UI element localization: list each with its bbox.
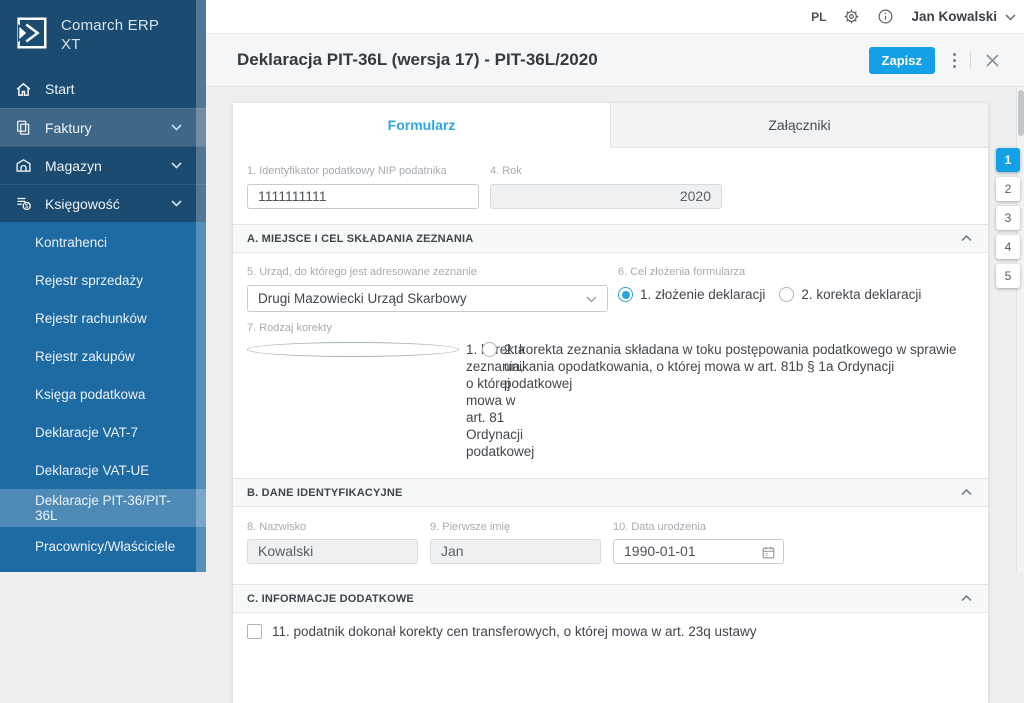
section-c-header[interactable]: C. INFORMACJE DODATKOWE [233, 584, 988, 613]
form-card: Formularz Załączniki 1. Identyfikator po… [233, 103, 988, 703]
topbar: PL Jan Kowalski [206, 0, 1024, 34]
warehouse-icon [14, 157, 32, 174]
invoices-icon [14, 119, 32, 136]
rodzaj-korekty-label: 7. Rodzaj korekty [247, 322, 974, 334]
section-c-title: C. INFORMACJE DODATKOWE [247, 593, 414, 605]
scrollbar-thumb[interactable] [1018, 90, 1024, 136]
checkbox-korekta-cen[interactable]: 11. podatnik dokonał korekty cen transfe… [247, 624, 974, 639]
sidebar-item-ksiega-podatkowa[interactable]: Księga podatkowa [0, 375, 206, 413]
tab-formularz[interactable]: Formularz [233, 103, 610, 148]
rok-label: 4. Rok [490, 165, 722, 177]
radio-korekta-deklaracji[interactable]: 2. korekta deklaracji [779, 287, 921, 302]
tab-zalaczniki[interactable]: Załączniki [610, 103, 988, 148]
content-area: Formularz Załączniki 1. Identyfikator po… [206, 87, 1024, 572]
sidebar: Comarch ERP XT Start Faktury Ma [0, 0, 206, 572]
tab-bar: Formularz Załączniki [233, 103, 988, 148]
sidebar-item-rejestr-zakupow[interactable]: Rejestr zakupów [0, 337, 206, 375]
app-logo-text: Comarch ERP XT [61, 16, 159, 54]
page-button-5[interactable]: 5 [996, 264, 1020, 288]
page-button-3[interactable]: 3 [996, 206, 1020, 230]
sidebar-scrollbar[interactable] [196, 0, 206, 572]
comarch-logo-icon [12, 14, 50, 57]
imie-label: 9. Pierwsze imię [430, 521, 601, 533]
urzad-select[interactable]: Drugi Mazowiecki Urząd Skarbowy [247, 285, 608, 312]
app-logo[interactable]: Comarch ERP XT [0, 0, 206, 70]
page-button-1[interactable]: 1 [996, 148, 1020, 172]
data-urodzenia-input[interactable]: 1990-01-01 [613, 539, 784, 564]
calendar-icon[interactable] [761, 545, 776, 565]
radio-icon[interactable] [618, 287, 633, 302]
settings-gear-icon[interactable] [843, 8, 860, 25]
section-b-title: B. DANE IDENTYFIKACYJNE [247, 487, 403, 499]
sidebar-item-kontrahenci[interactable]: Kontrahenci [0, 223, 206, 261]
collapse-chevron-icon[interactable] [961, 487, 972, 499]
data-urodzenia-label: 10. Data urodzenia [613, 521, 784, 533]
rok-input: 2020 [490, 184, 722, 209]
save-button[interactable]: Zapisz [869, 47, 935, 74]
radio-icon[interactable] [779, 287, 794, 302]
user-name: Jan Kowalski [911, 9, 997, 24]
divider [970, 51, 971, 69]
page-button-2[interactable]: 2 [996, 177, 1020, 201]
sidebar-item-start[interactable]: Start [0, 70, 206, 108]
close-icon[interactable] [985, 53, 1000, 68]
page-header: Deklaracja PIT-36L (wersja 17) - PIT-36L… [206, 34, 1024, 87]
accounting-icon: $ [14, 195, 32, 212]
collapse-chevron-icon[interactable] [961, 593, 972, 605]
checkbox-icon[interactable] [247, 624, 262, 639]
more-options-icon[interactable] [953, 53, 956, 68]
sidebar-item-deklaracje-vat-ue[interactable]: Deklaracje VAT-UE [0, 451, 206, 489]
sidebar-item-label: Księgowość [45, 196, 120, 212]
radio-zlozenie-deklaracji[interactable]: 1. złożenie deklaracji [618, 287, 765, 302]
user-menu[interactable]: Jan Kowalski [911, 8, 1016, 26]
section-b-header[interactable]: B. DANE IDENTYFIKACYJNE [233, 478, 988, 507]
sidebar-item-deklaracje-pit-36[interactable]: Deklaracje PIT-36/PIT-36L [0, 489, 206, 527]
sidebar-item-magazyn[interactable]: Magazyn [0, 146, 206, 184]
sidebar-item-pracownicy-wlasciciele[interactable]: Pracownicy/Właściciele [0, 527, 206, 565]
sidebar-item-rejestr-rachunkow[interactable]: Rejestr rachunków [0, 299, 206, 337]
chevron-down-icon [171, 200, 182, 207]
sidebar-item-deklaracje-vat-7[interactable]: Deklaracje VAT-7 [0, 413, 206, 451]
urzad-selected-value: Drugi Mazowiecki Urząd Skarbowy [258, 291, 467, 306]
nip-input[interactable]: 1111111111 [247, 184, 479, 209]
sidebar-item-label: Start [45, 81, 75, 97]
sidebar-item-faktury[interactable]: Faktury [0, 108, 206, 146]
sidebar-item-label: Magazyn [45, 158, 102, 174]
chevron-down-icon [171, 162, 182, 169]
chevron-down-icon [1005, 8, 1016, 26]
radio-korekta-art-81b[interactable]: 2. korekta zeznania składana w toku post… [482, 341, 966, 460]
language-selector[interactable]: PL [811, 10, 826, 24]
sidebar-submenu: Kontrahenci Rejestr sprzedaży Rejestr ra… [0, 222, 206, 572]
nazwisko-label: 8. Nazwisko [247, 521, 418, 533]
nazwisko-input: Kowalski [247, 539, 418, 564]
page-title: Deklaracja PIT-36L (wersja 17) - PIT-36L… [237, 50, 869, 70]
sidebar-item-ksiegowosc[interactable]: $ Księgowość [0, 184, 206, 222]
home-icon [14, 81, 32, 98]
chevron-down-icon [171, 124, 182, 131]
nip-label: 1. Identyfikator podatkowy NIP podatnika [247, 165, 479, 177]
chevron-down-icon [586, 291, 597, 306]
sidebar-item-label: Faktury [45, 120, 92, 136]
info-icon[interactable] [877, 8, 894, 25]
sidebar-item-rejestr-sprzedazy[interactable]: Rejestr sprzedaży [0, 261, 206, 299]
page-navigator: 1 2 3 4 5 [996, 148, 1020, 288]
collapse-chevron-icon[interactable] [961, 233, 972, 245]
urzad-label: 5. Urząd, do którego jest adresowane zez… [247, 266, 608, 278]
section-a-header[interactable]: A. MIEJSCE I CEL SKŁADANIA ZEZNANIA [233, 224, 988, 253]
radio-korekta-art-81[interactable]: 1. korekta zeznania, o której mowa w art… [247, 341, 482, 460]
imie-input: Jan [430, 539, 601, 564]
cel-label: 6. Cel złożenia formularza [618, 266, 921, 278]
radio-icon[interactable] [482, 342, 497, 357]
section-a-title: A. MIEJSCE I CEL SKŁADANIA ZEZNANIA [247, 233, 473, 245]
radio-icon[interactable] [247, 342, 459, 357]
page-button-4[interactable]: 4 [996, 235, 1020, 259]
